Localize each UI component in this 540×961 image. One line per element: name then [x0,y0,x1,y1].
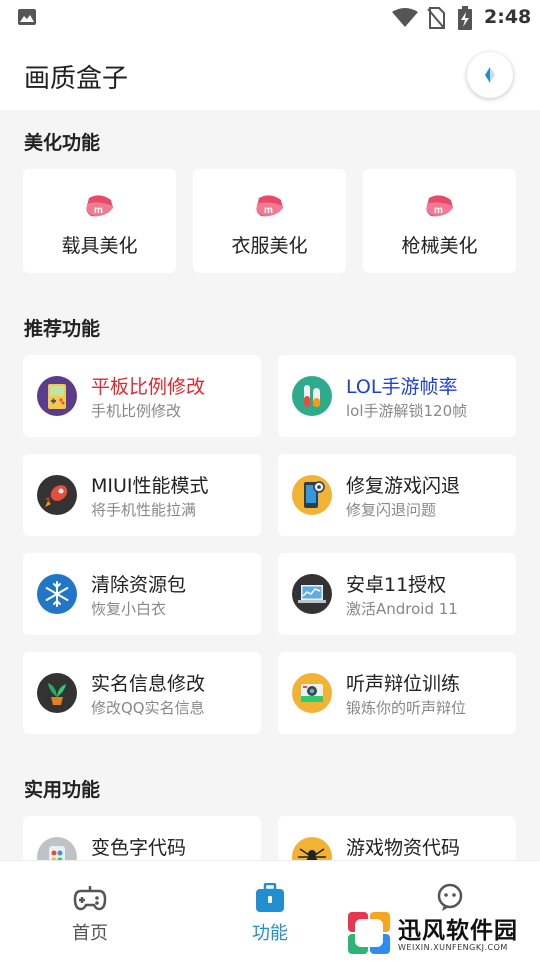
beautify-label: 载具美化 [61,235,138,257]
feature-title: 变色字代码 [91,837,187,859]
nav-item-features[interactable]: 功能 [180,861,360,961]
compass-icon [485,67,495,83]
app-bar: 画质盒子 [0,36,540,110]
section-title-recommended: 推荐功能 [24,318,101,340]
feature-title: 安卓11授权 [346,574,447,596]
feature-title: MIUI性能模式 [91,475,209,497]
rocket-icon [37,475,77,515]
beautify-label: 枪械美化 [401,235,478,257]
watermark-subtext: WEIXIN.XUNFENGKJ.COM [398,943,508,952]
wifi-icon [392,8,418,27]
watermark: 迅风软件园 WEIXIN.XUNFENGKJ.COM [346,910,532,956]
pink-badge-icon: m [86,195,113,217]
image-icon [18,9,36,25]
compass-button[interactable] [467,52,513,98]
feature-subtitle: 修改QQ实名信息 [91,699,205,717]
section-title-utility: 实用功能 [24,779,101,801]
status-bar: 2:48 [0,0,540,36]
feature-card-miui-performance[interactable]: MIUI性能模式 将手机性能拉满 [23,454,261,536]
gamepad-icon [73,886,107,911]
watermark-text: 迅风软件园 [398,918,518,944]
watermark-logo [348,912,390,954]
feature-subtitle: 恢复小白衣 [91,600,167,618]
laptop-chart-icon [292,574,332,614]
pink-badge-icon: m [256,195,283,217]
chemistry-icon [292,376,332,416]
nav-label: 首页 [72,923,108,944]
page-title: 画质盒子 [24,64,129,94]
feature-subtitle: 激活Android 11 [346,600,458,618]
snowflake-icon [37,574,77,614]
nav-label: 功能 [252,923,288,944]
gameboy-icon [37,376,77,416]
beautify-card-vehicle[interactable]: m 载具美化 [23,169,176,273]
feature-subtitle: 手机比例修改 [91,402,182,420]
feature-subtitle: lol手游解锁120帧 [346,402,468,420]
feature-subtitle: 锻炼你的听声辩位 [346,699,467,717]
feature-title: 清除资源包 [91,574,187,596]
feature-title: 游戏物资代码 [346,837,461,859]
feature-card-clear-resources[interactable]: 清除资源包 恢复小白衣 [23,553,261,635]
beautify-card-guns[interactable]: m 枪械美化 [363,169,516,273]
feature-title: 修复游戏闪退 [346,475,461,497]
feature-card-lol-fps[interactable]: LOL手游帧率 lol手游解锁120帧 [278,355,516,437]
battery-charging-icon [458,6,472,30]
toolbox-icon [256,883,284,912]
plant-icon [37,673,77,713]
beautify-card-clothes[interactable]: m 衣服美化 [193,169,346,273]
feature-title: 平板比例修改 [91,376,206,398]
feature-subtitle: 修复闪退问题 [346,501,437,519]
feature-title: 听声辩位训练 [346,673,461,695]
feature-title: LOL手游帧率 [346,376,458,398]
chat-icon [437,883,463,911]
no-sim-icon [427,7,445,29]
feature-subtitle: 将手机性能拉满 [91,501,197,519]
clock: 2:48 [484,6,532,28]
feature-card-tablet-ratio[interactable]: 平板比例修改 手机比例修改 [23,355,261,437]
pink-badge-icon: m [426,195,453,217]
feature-card-realname[interactable]: 实名信息修改 修改QQ实名信息 [23,652,261,734]
phone-settings-icon [292,475,332,515]
feature-card-android11[interactable]: 安卓11授权 激活Android 11 [278,553,516,635]
feature-card-sound-training[interactable]: 听声辩位训练 锻炼你的听声辩位 [278,652,516,734]
camera-icon [292,673,332,713]
feature-card-fix-crash[interactable]: 修复游戏闪退 修复闪退问题 [278,454,516,536]
feature-title: 实名信息修改 [91,673,206,695]
svg-text:m: m [434,205,443,216]
svg-text:m: m [94,205,103,216]
nav-item-home[interactable]: 首页 [0,861,180,961]
svg-text:m: m [264,205,273,216]
beautify-label: 衣服美化 [231,235,308,257]
section-title-beautify: 美化功能 [24,132,101,154]
